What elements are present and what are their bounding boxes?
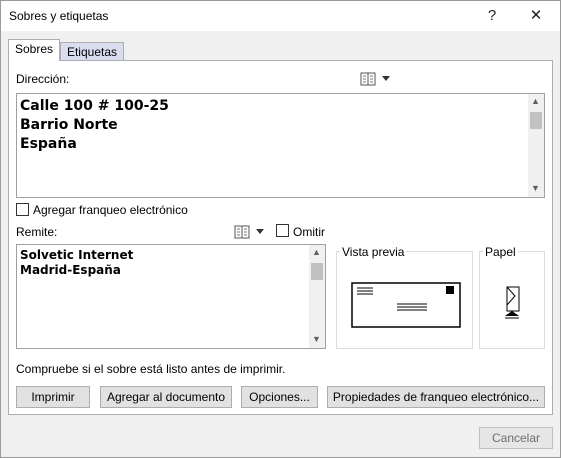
close-button[interactable]: ✕ — [521, 5, 551, 27]
paper-label: Papel — [483, 245, 518, 259]
address-textarea[interactable]: Calle 100 # 100-25 Barrio Norte España ▲… — [16, 93, 545, 198]
print-check-note: Compruebe si el sobre está listo antes d… — [16, 362, 286, 376]
return-address-label: Remite: — [16, 225, 58, 239]
scroll-up-icon[interactable]: ▲ — [309, 247, 324, 257]
add-to-document-button[interactable]: Agregar al documento — [100, 386, 232, 408]
address-text: Calle 100 # 100-25 Barrio Norte España — [20, 98, 169, 152]
print-button[interactable]: Imprimir — [16, 386, 90, 408]
omit-label: Omitir — [293, 225, 325, 239]
address-scrollbar[interactable]: ▲ ▼ — [528, 94, 544, 197]
return-address-textarea[interactable]: Solvetic Internet Madrid-España ▲ ▼ — [16, 244, 326, 349]
chevron-down-icon — [256, 229, 264, 234]
chevron-down-icon — [382, 76, 390, 81]
scroll-thumb[interactable] — [530, 112, 542, 129]
epostage-checkbox[interactable] — [16, 203, 29, 216]
window-title: Sobres y etiquetas — [9, 9, 109, 23]
title-bar: Sobres y etiquetas ? ✕ — [1, 1, 560, 31]
tab-sobres[interactable]: Sobres — [8, 39, 60, 61]
address-book-icon — [360, 72, 376, 86]
return-address-book-dropdown[interactable] — [234, 224, 266, 240]
envelope-preview-icon — [351, 282, 461, 328]
paper-group[interactable] — [479, 251, 545, 349]
address-label: Dirección: — [16, 72, 70, 86]
paper-feed-icon — [505, 286, 520, 319]
address-book-dropdown[interactable] — [360, 71, 392, 87]
help-button[interactable]: ? — [477, 5, 507, 27]
scroll-up-icon[interactable]: ▲ — [528, 96, 543, 106]
epostage-label: Agregar franqueo electrónico — [33, 203, 188, 217]
preview-label: Vista previa — [340, 245, 407, 259]
return-address-scrollbar[interactable]: ▲ ▼ — [309, 245, 325, 348]
scroll-down-icon[interactable]: ▼ — [528, 183, 543, 193]
scroll-down-icon[interactable]: ▼ — [309, 334, 324, 344]
options-button[interactable]: Opciones... — [241, 386, 318, 408]
cancel-button[interactable]: Cancelar — [479, 427, 553, 449]
tab-etiquetas-label: Etiquetas — [66, 45, 118, 59]
scroll-thumb[interactable] — [311, 263, 323, 280]
preview-group[interactable] — [336, 251, 473, 349]
epostage-properties-button[interactable]: Propiedades de franqueo electrónico... — [327, 386, 545, 408]
tab-sobres-label: Sobres — [14, 42, 54, 56]
address-book-icon — [234, 225, 250, 239]
return-address-text: Solvetic Internet Madrid-España — [20, 248, 134, 277]
omit-checkbox[interactable] — [276, 224, 289, 237]
